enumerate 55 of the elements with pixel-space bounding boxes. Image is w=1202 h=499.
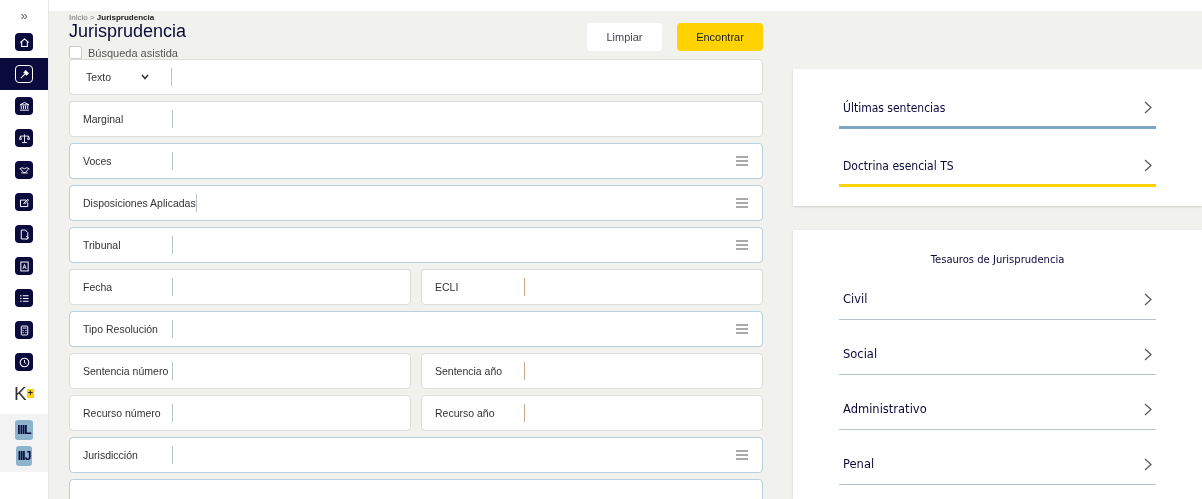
input-field[interactable]: Fecha <box>69 269 411 305</box>
thesaurus-item[interactable]: Civil <box>839 279 1156 320</box>
expand-sidebar-button[interactable]: » <box>20 8 28 23</box>
input-field[interactable]: Tipo Resolución <box>69 311 763 347</box>
clear-button[interactable]: Limpiar <box>587 23 662 51</box>
field-label: ECLI <box>435 281 460 293</box>
link-item[interactable]: Doctrina esencial TS <box>839 147 1156 187</box>
input-field[interactable]: Texto <box>69 59 763 95</box>
app-logo[interactable]: IIIJ <box>15 446 33 466</box>
input-field[interactable]: Marginal <box>69 101 763 137</box>
clock-icon <box>17 355 31 369</box>
checkbox-label: Búsqueda asistida <box>88 46 178 59</box>
breadcrumb: Inicio > Jurisprudencia <box>69 13 156 22</box>
input-field[interactable]: Jurisdicción <box>69 437 763 473</box>
input-field[interactable]: Recurso año <box>421 395 763 431</box>
field-label: Tipo Resolución <box>83 323 159 335</box>
field-label: Sentencia año <box>435 365 504 377</box>
checkbox[interactable] <box>69 46 82 59</box>
caret-icon <box>141 74 150 80</box>
field-label: Sentencia número <box>83 365 170 377</box>
find-button[interactable]: Encontrar <box>677 23 763 51</box>
input-field[interactable]: Sentencia número <box>69 353 411 389</box>
thesaurus-item[interactable]: Penal <box>839 444 1156 485</box>
bank-icon <box>17 99 31 113</box>
card-title: Tesauros de Jurisprudencia <box>929 254 1066 265</box>
chevron-right-icon <box>1144 457 1152 471</box>
chevron-right-icon <box>1144 347 1152 361</box>
app-logo[interactable]: IIIL <box>15 420 33 440</box>
scales-icon <box>17 131 31 145</box>
field-label: Tribunal <box>83 239 122 251</box>
thesaurus-item[interactable]: Social <box>839 334 1156 375</box>
input-field[interactable]: Recurso número <box>69 395 411 431</box>
field-label: Recurso año <box>435 407 496 419</box>
field-type-dropdown[interactable]: Texto <box>83 71 161 83</box>
home-icon <box>17 35 31 49</box>
brand-logo[interactable]: K+ <box>14 384 34 404</box>
page-title: Jurisprudencia <box>69 21 187 42</box>
input-field[interactable]: Voces <box>69 143 763 179</box>
thesaurus-item[interactable]: Administrativo <box>839 389 1156 430</box>
input-field[interactable]: Sentencia año <box>421 353 763 389</box>
input-field[interactable]: Tribunal <box>69 227 763 263</box>
sidebar-item[interactable] <box>0 58 48 90</box>
field-label: Disposiciones Aplicadas <box>83 197 196 209</box>
field-label: Fecha <box>83 281 114 293</box>
field-label: Voces <box>83 155 113 167</box>
chevron-right-icon <box>1144 159 1152 172</box>
chevron-right-icon <box>1144 292 1152 306</box>
input-field[interactable]: ECLI <box>421 269 763 305</box>
link-item[interactable]: Últimas sentencias <box>839 89 1156 129</box>
chevron-right-icon <box>1144 101 1152 114</box>
field-label: Jurisdicción <box>83 449 139 461</box>
chevron-right-icon <box>1144 402 1152 416</box>
field-label: Recurso número <box>83 407 162 419</box>
field-label: Marginal <box>83 113 125 125</box>
input-field[interactable]: Disposiciones Aplicadas <box>69 185 763 221</box>
